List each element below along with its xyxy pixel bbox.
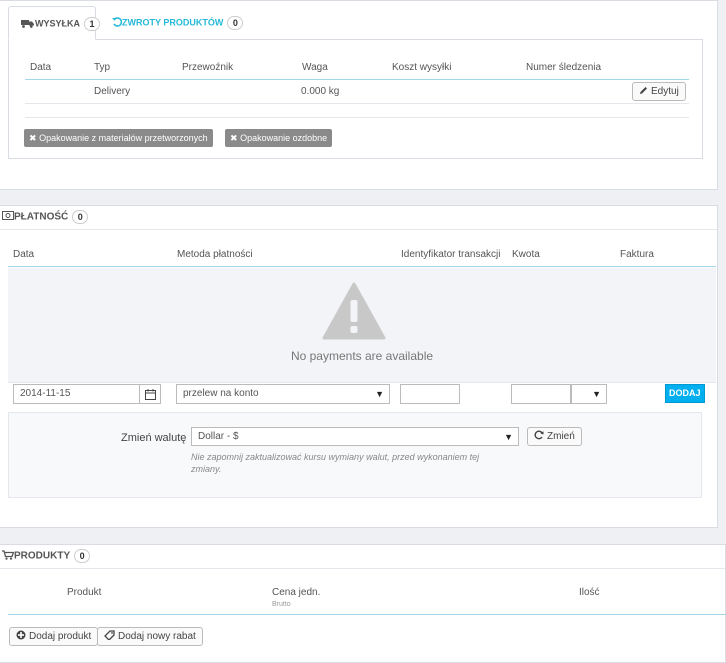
edit-button-label: Edytuj	[651, 86, 679, 97]
currency-value: Dollar - $	[198, 431, 239, 442]
empty-message: No payments are available	[290, 349, 434, 363]
ticket-icon	[104, 630, 115, 643]
change-currency-label: Zmień	[547, 431, 575, 442]
add-payment-button[interactable]: DODAJ	[665, 384, 705, 403]
currency-mini-select[interactable]: ▼	[571, 384, 607, 404]
col-date: Data	[30, 62, 52, 73]
refresh-icon	[534, 430, 544, 443]
col-date: Data	[13, 249, 35, 260]
tag-gift-wrapping-label: Opakowanie ozdobne	[240, 133, 328, 143]
products-table-header: Produkt Cena jedn. Brutto Ilość	[8, 569, 726, 615]
payment-date-value: 2014-11-15	[20, 388, 71, 399]
products-title: Produkty	[14, 550, 71, 562]
calendar-icon[interactable]	[139, 384, 161, 404]
table-row: Delivery 0.000 kg Edytuj	[25, 80, 689, 104]
plus-circle-icon	[16, 630, 26, 643]
add-product-label: Dodaj produkt	[29, 631, 92, 642]
payment-table-header: Data Metoda płatności Identyfikator tran…	[8, 243, 716, 267]
col-unit-price: Cena jedn.	[272, 587, 321, 598]
warning-icon	[322, 282, 386, 343]
transaction-id-input[interactable]	[400, 384, 460, 404]
tab-shipping-label: Wysyłka	[35, 18, 80, 29]
payment-panel: Płatność 0 Data Metoda płatności Identyfi…	[0, 205, 718, 528]
col-type: Typ	[94, 62, 111, 73]
shipping-table-header: Data Typ Przewoźnik Waga Koszt wysyłki N…	[25, 56, 689, 80]
products-panel: Produkty 0 Produkt Cena jedn. Brutto Iloś…	[0, 544, 726, 663]
col-unit-price-sub: Brutto	[272, 601, 291, 608]
money-icon	[2, 211, 14, 223]
col-carrier: Przewoźnik	[182, 62, 234, 73]
payment-method-value: przelew na konto	[183, 388, 259, 399]
currency-note: Nie zapomnij zaktualizować kursu wymiany…	[191, 452, 480, 474]
tab-returns-label: Zwroty produktów	[122, 17, 224, 28]
col-weight: Waga	[302, 62, 328, 73]
col-invoice: Faktura	[620, 249, 654, 260]
currency-label: Zmień walutę	[121, 432, 187, 444]
add-product-button[interactable]: Dodaj produkt	[9, 627, 99, 646]
chevron-down-icon: ▼	[592, 389, 601, 399]
truck-icon	[21, 19, 34, 30]
close-icon: ✖	[29, 133, 37, 143]
edit-button[interactable]: Edytuj	[632, 82, 686, 101]
currency-select[interactable]: Dollar - $ ▼	[191, 427, 519, 446]
tab-shipping[interactable]: Wysyłka 1	[8, 6, 100, 40]
payment-title: Płatność	[14, 211, 69, 223]
payments-empty-state	[8, 268, 716, 383]
currency-change-box: Zmień walutę Dollar - $ ▼ Zmień Nie zapo…	[8, 412, 702, 498]
amount-input[interactable]	[511, 384, 571, 404]
col-product: Produkt	[67, 587, 102, 598]
col-quantity: Ilość	[579, 587, 600, 598]
payment-count: 0	[72, 210, 89, 224]
tab-returns-count: 0	[227, 16, 244, 30]
shipping-panel: Wysyłka 1 Zwroty produktów 0 Data Typ Prze…	[0, 0, 718, 190]
add-discount-label: Dodaj nowy rabat	[118, 631, 196, 642]
products-count: 0	[74, 549, 91, 563]
tag-recycled-packaging[interactable]: ✖ Opakowanie z materiałów przetworzonych	[24, 129, 213, 147]
tab-returns[interactable]: Zwroty produktów 0	[100, 6, 255, 40]
row-type: Delivery	[94, 86, 131, 97]
payment-panel-header: Płatność 0	[0, 206, 717, 230]
col-shipping-cost: Koszt wysyłki	[392, 62, 452, 73]
chevron-down-icon: ▼	[375, 389, 384, 399]
pencil-icon	[639, 86, 648, 98]
undo-icon	[112, 17, 123, 29]
col-payment-method: Metoda płatności	[177, 249, 253, 260]
add-discount-button[interactable]: Dodaj nowy rabat	[97, 627, 203, 646]
col-amount: Kwota	[512, 249, 540, 260]
close-icon: ✖	[230, 133, 238, 143]
tag-recycled-packaging-label: Opakowanie z materiałów przetworzonych	[39, 133, 208, 143]
col-transaction-id: Identyfikator transakcji	[401, 249, 501, 260]
tab-shipping-count: 1	[84, 17, 100, 31]
row-weight: 0.000 kg	[301, 86, 340, 97]
col-tracking-number: Numer śledzenia	[526, 62, 602, 73]
products-panel-header: Produkty 0	[0, 545, 725, 569]
tag-gift-wrapping[interactable]: ✖ Opakowanie ozdobne	[225, 129, 333, 147]
chevron-down-icon: ▼	[504, 432, 513, 442]
cart-icon	[2, 549, 15, 563]
payment-method-select[interactable]: przelew na konto ▼	[176, 384, 390, 404]
table-row-spacer	[25, 104, 689, 118]
change-currency-button[interactable]: Zmień	[527, 427, 582, 446]
